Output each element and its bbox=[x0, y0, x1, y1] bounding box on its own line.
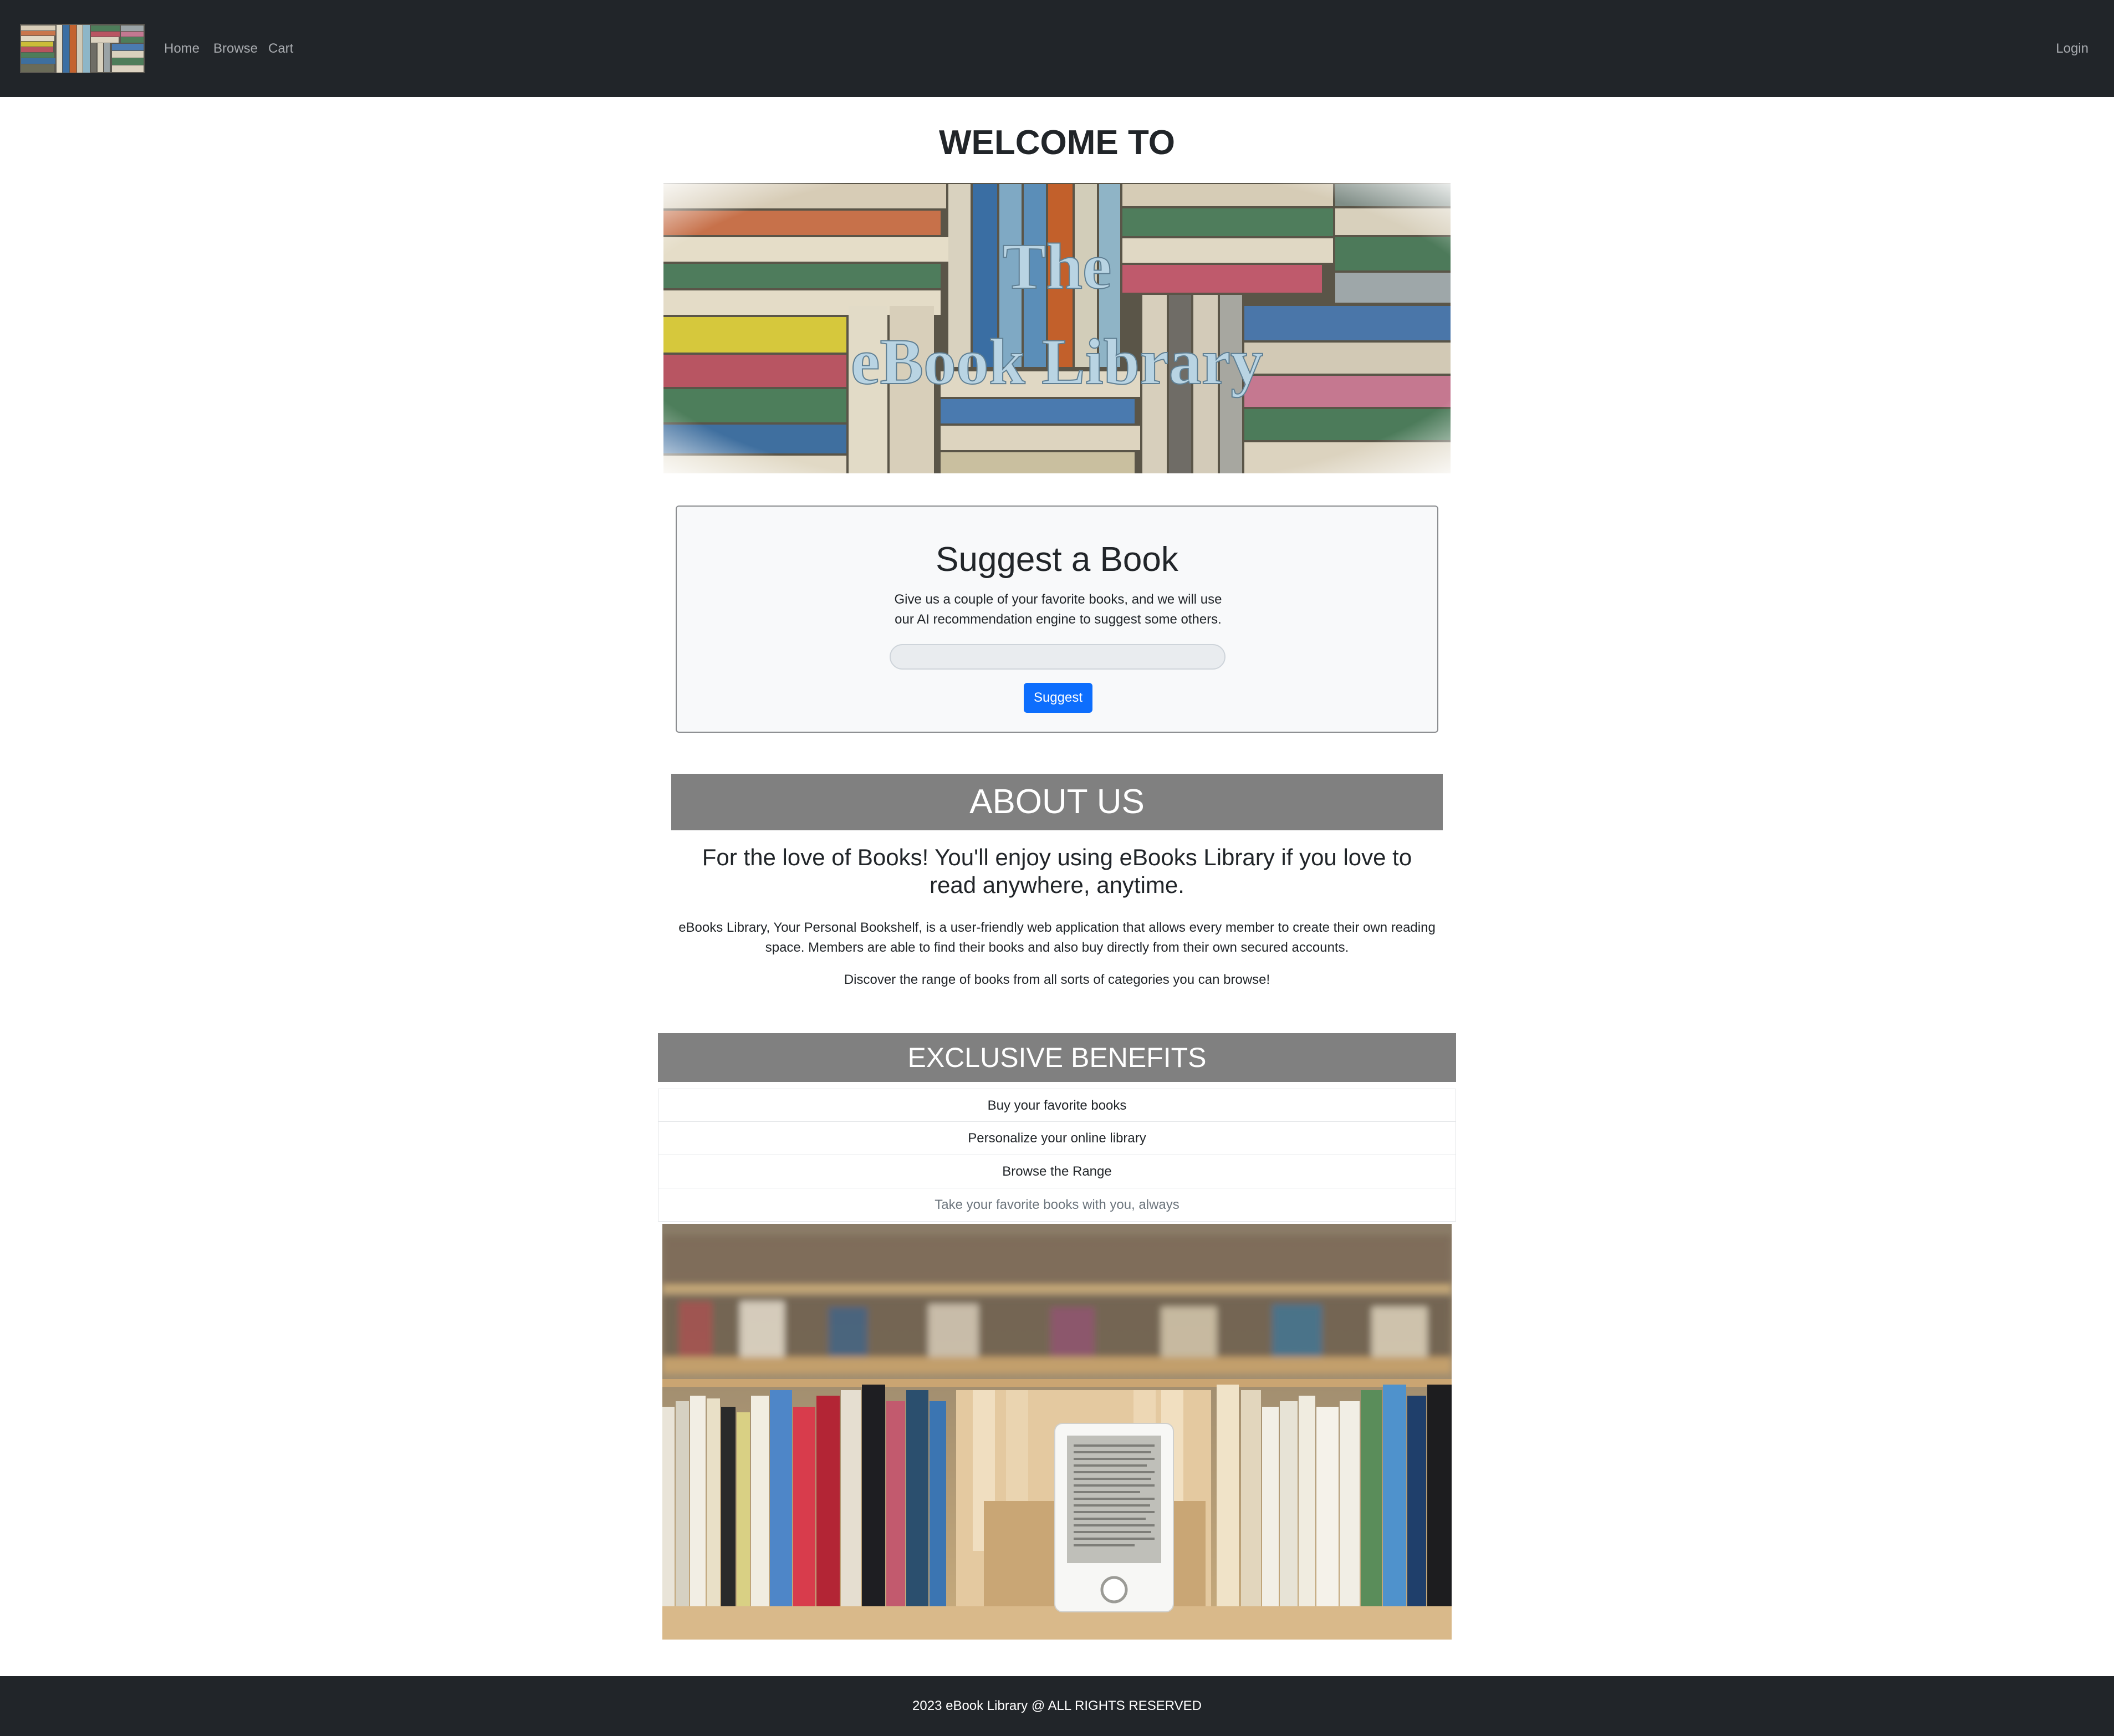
suggest-input[interactable] bbox=[890, 644, 1225, 670]
about-us-header: ABOUT US bbox=[671, 774, 1443, 830]
brand-logo[interactable] bbox=[20, 24, 145, 73]
nav-browse-link[interactable]: Browse bbox=[213, 38, 258, 60]
nav-cart-link[interactable]: Cart bbox=[268, 38, 293, 60]
suggest-title: Suggest a Book bbox=[936, 540, 1178, 579]
suggest-description: Give us a couple of your favorite books,… bbox=[894, 592, 1222, 627]
suggest-button[interactable]: Suggest bbox=[1024, 683, 1092, 713]
exclusive-benefits-header: EXCLUSIVE BENEFITS bbox=[658, 1033, 1456, 1082]
library-shelf-photo bbox=[662, 1224, 1452, 1640]
list-item: Personalize your online library bbox=[658, 1122, 1456, 1155]
about-paragraph-1: eBooks Library, Your Personal Bookshelf,… bbox=[678, 920, 1436, 955]
navbar: Home Browse Cart Login bbox=[0, 0, 2114, 97]
nav-login-link[interactable]: Login bbox=[2056, 38, 2089, 60]
benefits-list: Buy your favorite books Personalize your… bbox=[658, 1089, 1456, 1222]
list-item: Take your favorite books with you, alway… bbox=[658, 1188, 1456, 1222]
nav-home-link[interactable]: Home bbox=[164, 38, 200, 60]
hero-title-line2: eBook Library bbox=[851, 325, 1263, 398]
list-item: Buy your favorite books bbox=[658, 1089, 1456, 1122]
footer-copyright: 2023 eBook Library @ ALL RIGHTS RESERVED bbox=[912, 1698, 1202, 1713]
suggest-book-card: Suggest a Book Give us a couple of your … bbox=[676, 506, 1438, 733]
list-item: Browse the Range bbox=[658, 1155, 1456, 1188]
about-paragraph-2: Discover the range of books from all sor… bbox=[844, 972, 1270, 987]
hero-banner-image: The eBook Library bbox=[658, 177, 1456, 479]
footer: 2023 eBook Library @ ALL RIGHTS RESERVED bbox=[0, 1676, 2114, 1736]
about-lead: For the love of Books! You'll enjoy usin… bbox=[702, 844, 1412, 898]
hero-title-line1: The bbox=[1003, 230, 1112, 303]
welcome-title: WELCOME TO bbox=[939, 124, 1175, 162]
